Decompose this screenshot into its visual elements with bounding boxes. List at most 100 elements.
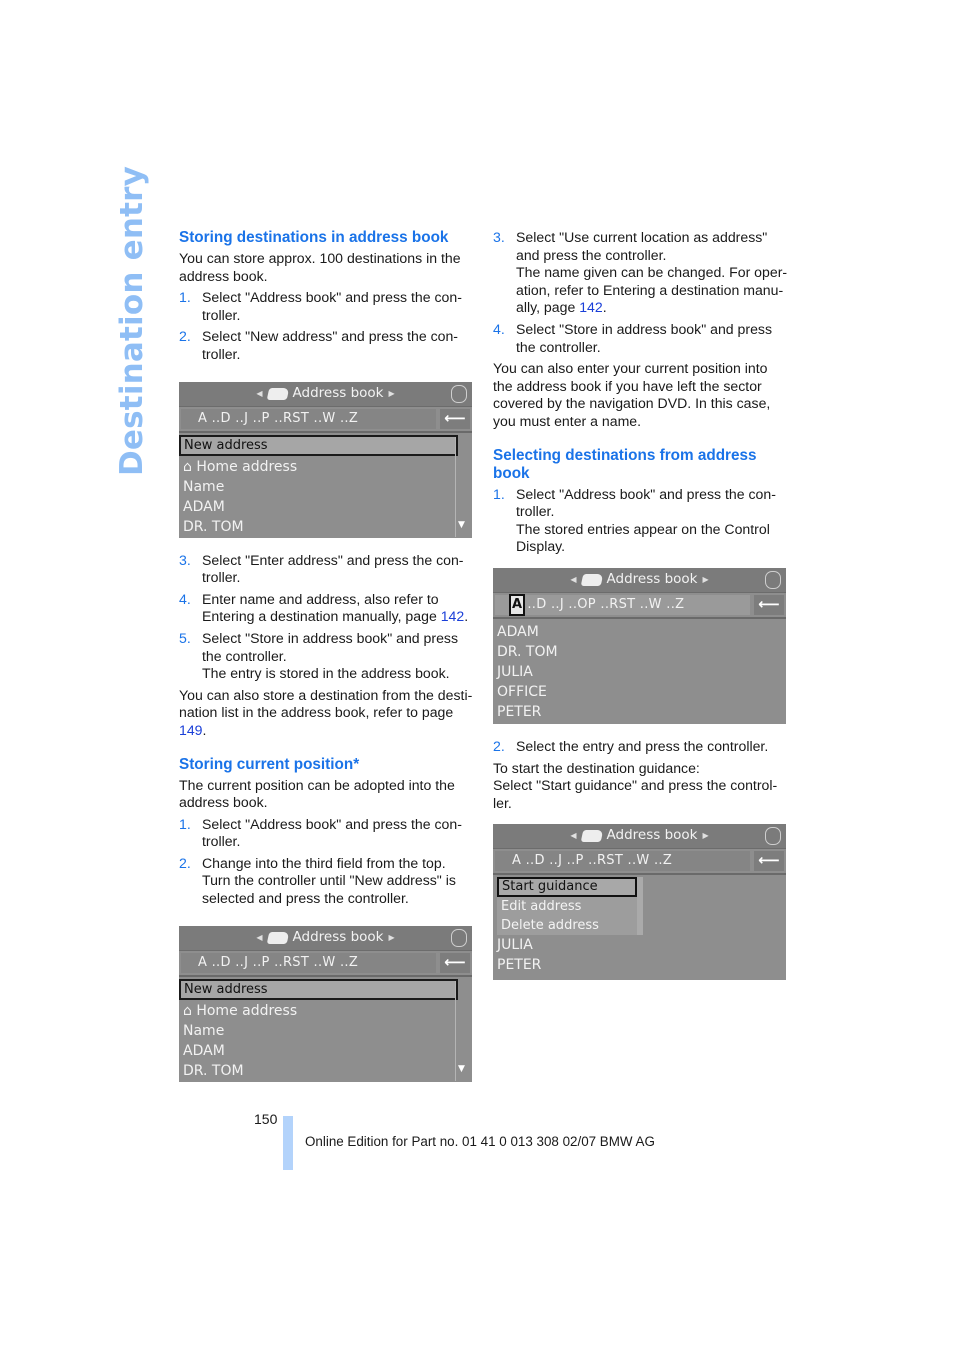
list-item: Name: [183, 478, 225, 495]
screenshot-address-book-entries: ◀ Address book ▶ A ..D ..J ..OP ..RST ..W…: [493, 567, 786, 724]
popup-item-selected: Start guidance: [497, 877, 637, 898]
arrow-right-icon: ▶: [388, 388, 395, 398]
list-item: 1. Select "Address book" and press the c…: [179, 816, 474, 851]
paragraph: You can also enter your current position…: [493, 360, 771, 429]
alphabet-letters: A ..D ..J ..P ..RST ..W ..Z: [181, 408, 436, 429]
list-item: PETER: [497, 703, 542, 720]
step-number: 4.: [179, 590, 191, 607]
options-popup: Start guidance Edit address Delete addre…: [497, 877, 643, 936]
step-text: Select "Address book" and press the con-…: [202, 815, 462, 850]
footer-accent-bar: [283, 1116, 293, 1170]
paragraph-text: You can also store a destination from th…: [179, 686, 473, 721]
alphabet-letters: A ..D ..J ..P ..RST ..W ..Z: [495, 851, 750, 872]
step-number: 1.: [493, 485, 505, 502]
alphabet-cursor: A: [509, 594, 526, 616]
page-link-142[interactable]: 142: [441, 608, 465, 624]
alphabet-bar: A ..D ..J ..P ..RST ..W ..Z ⟵: [179, 407, 472, 433]
step-number: 1.: [179, 289, 191, 306]
list-item: 3. Select "Enter address" and press the …: [179, 552, 474, 587]
paragraph: The current position can be adopted into…: [179, 776, 455, 811]
page-link-149[interactable]: 149: [179, 722, 203, 738]
step-subtext: The stored entries appear on the Control…: [516, 520, 770, 555]
step-text: Select "Store in address book" and press…: [202, 630, 474, 683]
list-item-selected: New address: [179, 434, 458, 456]
step-text: Select the entry and press the controlle…: [516, 737, 769, 754]
step-text: Select "Address book" and press the con-…: [202, 289, 462, 323]
page-number: 150: [254, 1111, 278, 1127]
arrow-left-icon: ◀: [570, 575, 577, 585]
alphabet-rest: ..D ..J ..OP ..RST ..W ..Z: [527, 597, 685, 613]
list-item: 2. Change into the third field from the …: [179, 855, 474, 908]
scroll-down-icon: ▼: [458, 519, 465, 530]
edition-note: Online Edition for Part no. 01 41 0 013 …: [305, 1134, 655, 1149]
back-arrow-icon: ⟵: [754, 594, 784, 615]
list-item: 5. Select "Store in address book" and pr…: [179, 630, 474, 683]
chapter-side-title: Destination entry: [114, 165, 150, 476]
alphabet-letters: A ..D ..J ..P ..RST ..W ..Z: [181, 952, 436, 973]
paragraph: To start the destination guidance:: [493, 759, 700, 776]
scroll-down-icon: ▼: [458, 1064, 465, 1075]
step-text: Select "Address book" and press the con-…: [516, 486, 788, 556]
list-item: 4. Enter name and address, also refer to…: [179, 591, 474, 626]
list-item: Name: [183, 1022, 225, 1039]
step-number: 4.: [493, 320, 505, 337]
section-heading-storing-destinations: Storing destinations in address book: [179, 229, 449, 246]
back-arrow-icon: ⟵: [754, 851, 784, 872]
arrow-right-icon: ▶: [388, 932, 395, 942]
controller-icon: [451, 928, 467, 947]
screen-header: ◀ Address book ▶: [493, 824, 786, 850]
screenshot-address-book-options: ◀ Address book ▶ A ..D ..J ..P ..RST ..W…: [493, 824, 786, 981]
address-book-icon: [580, 830, 603, 843]
step-text-body: Enter name and address, also refer to En…: [202, 590, 441, 625]
screenshot-address-book-new: ◀ Address book ▶ A ..D ..J ..P ..RST ..W…: [179, 381, 472, 538]
address-book-icon: [266, 931, 289, 944]
paragraph: You can also store a destination from th…: [179, 687, 474, 740]
list-item: 3. Select "Use current location as addre…: [493, 229, 788, 317]
controller-icon: [765, 570, 781, 589]
list-item: OFFICE: [497, 683, 547, 700]
alphabet-bar: A ..D ..J ..P ..RST ..W ..Z ⟵: [493, 849, 786, 876]
scrollbar: ▼: [455, 436, 470, 537]
step-number: 1.: [179, 815, 191, 832]
arrow-left-icon: ◀: [570, 831, 577, 841]
screenshot-address-book-position: ◀ Address book ▶ A ..D ..J ..P ..RST ..W…: [179, 925, 472, 1082]
paragraph: Select "Start guidance" and press the co…: [493, 777, 778, 811]
left-column: Storing destinations in address book You…: [179, 229, 474, 1096]
page-link-142[interactable]: 142: [579, 299, 603, 315]
list-item: ADAM: [497, 623, 539, 640]
punct: .: [464, 608, 469, 625]
step-text: Select "Enter address" and press the con…: [202, 551, 464, 586]
list-item: DR. TOM: [183, 1062, 244, 1079]
list-item: ADAM: [183, 498, 225, 515]
list-item: JULIA: [497, 663, 533, 680]
punct: .: [602, 299, 607, 316]
back-arrow-icon: ⟵: [440, 952, 470, 973]
entry-list: New address ⌂ Home address Name ADAM DR.…: [179, 434, 472, 537]
alphabet-bar: A ..D ..J ..OP ..RST ..W ..Z ⟵: [493, 593, 786, 619]
alphabet-letters: A ..D ..J ..OP ..RST ..W ..Z: [495, 594, 750, 616]
list-item: 2. Select the entry and press the contro…: [493, 738, 788, 756]
controller-icon: [765, 827, 781, 846]
step-number: 2.: [179, 328, 191, 345]
list-item: 2. Select "New address" and press the co…: [179, 328, 474, 363]
paragraph: You can store approx. 100 destinations i…: [179, 250, 461, 284]
list-item: JULIA: [497, 937, 533, 954]
list-item: 1. Select "Address book" and press the c…: [493, 486, 788, 556]
list-item: 1. Select "Address book" and press the c…: [179, 289, 474, 324]
screen-title: Address book: [606, 571, 698, 588]
screen-title: Address book: [292, 928, 384, 945]
address-book-icon: [580, 573, 603, 586]
step-number: 3.: [493, 229, 505, 245]
step-text-body: Select "Address book" and press the con-…: [516, 485, 776, 520]
entry-list: ADAM DR. TOM JULIA OFFICE PETER: [493, 619, 786, 722]
back-arrow-icon: ⟵: [440, 408, 470, 429]
list-item: ⌂ Home address: [183, 458, 298, 475]
scrollbar: ▼: [455, 980, 470, 1081]
controller-icon: [451, 384, 467, 403]
address-book-icon: [266, 387, 289, 400]
step-text: Enter name and address, also refer to En…: [202, 591, 474, 626]
section-heading-storing-position: Storing current position*: [179, 755, 360, 773]
list-item: DR. TOM: [497, 643, 558, 660]
step-text: Select "Use current location as address"…: [516, 229, 788, 317]
list-item: ADAM: [183, 1042, 225, 1059]
